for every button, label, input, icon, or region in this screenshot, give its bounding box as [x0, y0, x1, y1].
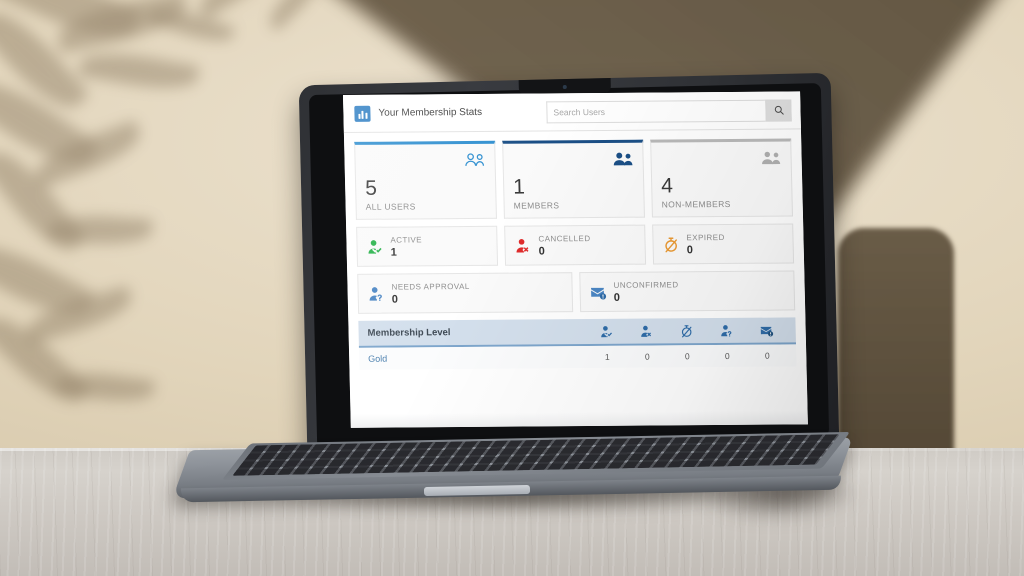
card-label: ACTIVE — [390, 234, 423, 245]
summary-card-row: 5 ALL USERS 1 MEMBERS 4 NON-MEMBERS — [354, 138, 793, 220]
card-label: CANCELLED — [538, 233, 591, 243]
user-check-icon — [366, 238, 383, 255]
column-header-needs-approval[interactable] — [706, 323, 746, 337]
card-expired[interactable]: EXPIRED 0 — [652, 223, 795, 265]
search-icon — [774, 105, 784, 115]
card-non-members[interactable]: 4 NON-MEMBERS — [650, 138, 793, 218]
card-all-users[interactable]: 5 ALL USERS — [354, 140, 497, 220]
card-value: 0 — [686, 243, 694, 256]
user-x-icon — [641, 325, 652, 337]
stopwatch-off-icon — [662, 236, 679, 253]
laptop: Your Membership Stats Search Users 5 ALL… — [0, 0, 1024, 576]
membership-level-table: Membership Level Gold 1 0 0 0 0 — [358, 317, 797, 370]
search-bar — [546, 98, 792, 123]
bar-chart-icon — [354, 105, 371, 122]
user-question-icon — [721, 324, 732, 336]
search-button[interactable] — [765, 98, 792, 122]
user-check-icon — [601, 325, 612, 337]
card-members[interactable]: 1 MEMBERS — [502, 139, 645, 219]
card-value: 1 — [512, 175, 526, 199]
column-header-unconfirmed[interactable] — [746, 323, 786, 337]
table-title: Membership Level — [367, 327, 451, 339]
stopwatch-off-icon — [681, 324, 692, 337]
card-active[interactable]: ACTIVE 1 — [356, 225, 499, 267]
card-value: 0 — [391, 293, 399, 306]
app-header: Your Membership Stats — [343, 91, 801, 133]
cell-unconfirmed: 0 — [764, 350, 770, 361]
card-label: NON-MEMBERS — [661, 198, 731, 210]
table-row-values: 1 0 0 0 0 — [587, 350, 787, 362]
cell-cancelled: 0 — [644, 351, 650, 362]
users-grey-icon — [759, 150, 781, 166]
membership-stats-app: Your Membership Stats Search Users 5 ALL… — [343, 91, 808, 428]
card-label: UNCONFIRMED — [613, 279, 679, 290]
status-card-row-2: NEEDS APPROVAL 0 UNCONFIRMED 0 — [357, 270, 796, 314]
cell-expired: 0 — [684, 351, 690, 362]
column-header-active[interactable] — [586, 324, 626, 338]
laptop-screen: Your Membership Stats Search Users 5 ALL… — [343, 91, 808, 428]
table-column-icons — [586, 323, 786, 339]
search-input[interactable] — [546, 99, 766, 123]
card-value: 0 — [538, 244, 545, 257]
card-label: NEEDS APPROVAL — [391, 281, 470, 292]
card-value: 4 — [660, 174, 674, 198]
card-value: 1 — [390, 246, 397, 259]
card-label: MEMBERS — [513, 200, 560, 211]
card-unconfirmed[interactable]: UNCONFIRMED 0 — [579, 270, 796, 313]
webcam-icon — [562, 85, 567, 90]
users-filled-icon — [611, 151, 633, 167]
status-card-row-1: ACTIVE 1 CANCELLED 0 EXPIRED 0 — [356, 223, 795, 267]
card-needs-approval[interactable]: NEEDS APPROVAL 0 — [357, 272, 574, 314]
dashboard-content: 5 ALL USERS 1 MEMBERS 4 NON-MEMBERS ACTI… — [344, 129, 807, 370]
card-value: 0 — [613, 291, 621, 304]
card-value: 5 — [364, 176, 378, 200]
card-label: ALL USERS — [365, 201, 416, 212]
card-label: EXPIRED — [686, 232, 725, 242]
membership-level-link[interactable]: Gold — [368, 354, 387, 364]
column-header-cancelled[interactable] — [626, 324, 666, 338]
column-header-expired[interactable] — [666, 324, 706, 338]
table-row[interactable]: Gold 1 0 0 0 0 — [358, 344, 797, 370]
cell-active: 1 — [604, 351, 610, 362]
card-cancelled[interactable]: CANCELLED 0 — [504, 224, 647, 266]
mail-alert-icon — [590, 283, 607, 300]
user-x-icon — [514, 237, 531, 254]
user-question-icon — [367, 285, 384, 302]
photo-scene: Your Membership Stats Search Users 5 ALL… — [0, 0, 1024, 576]
cell-needs-approval: 0 — [724, 350, 730, 361]
page-title: Your Membership Stats — [378, 106, 483, 119]
table-header-row: Membership Level — [358, 317, 797, 348]
users-outline-icon — [463, 152, 485, 168]
mail-alert-icon — [760, 326, 774, 336]
